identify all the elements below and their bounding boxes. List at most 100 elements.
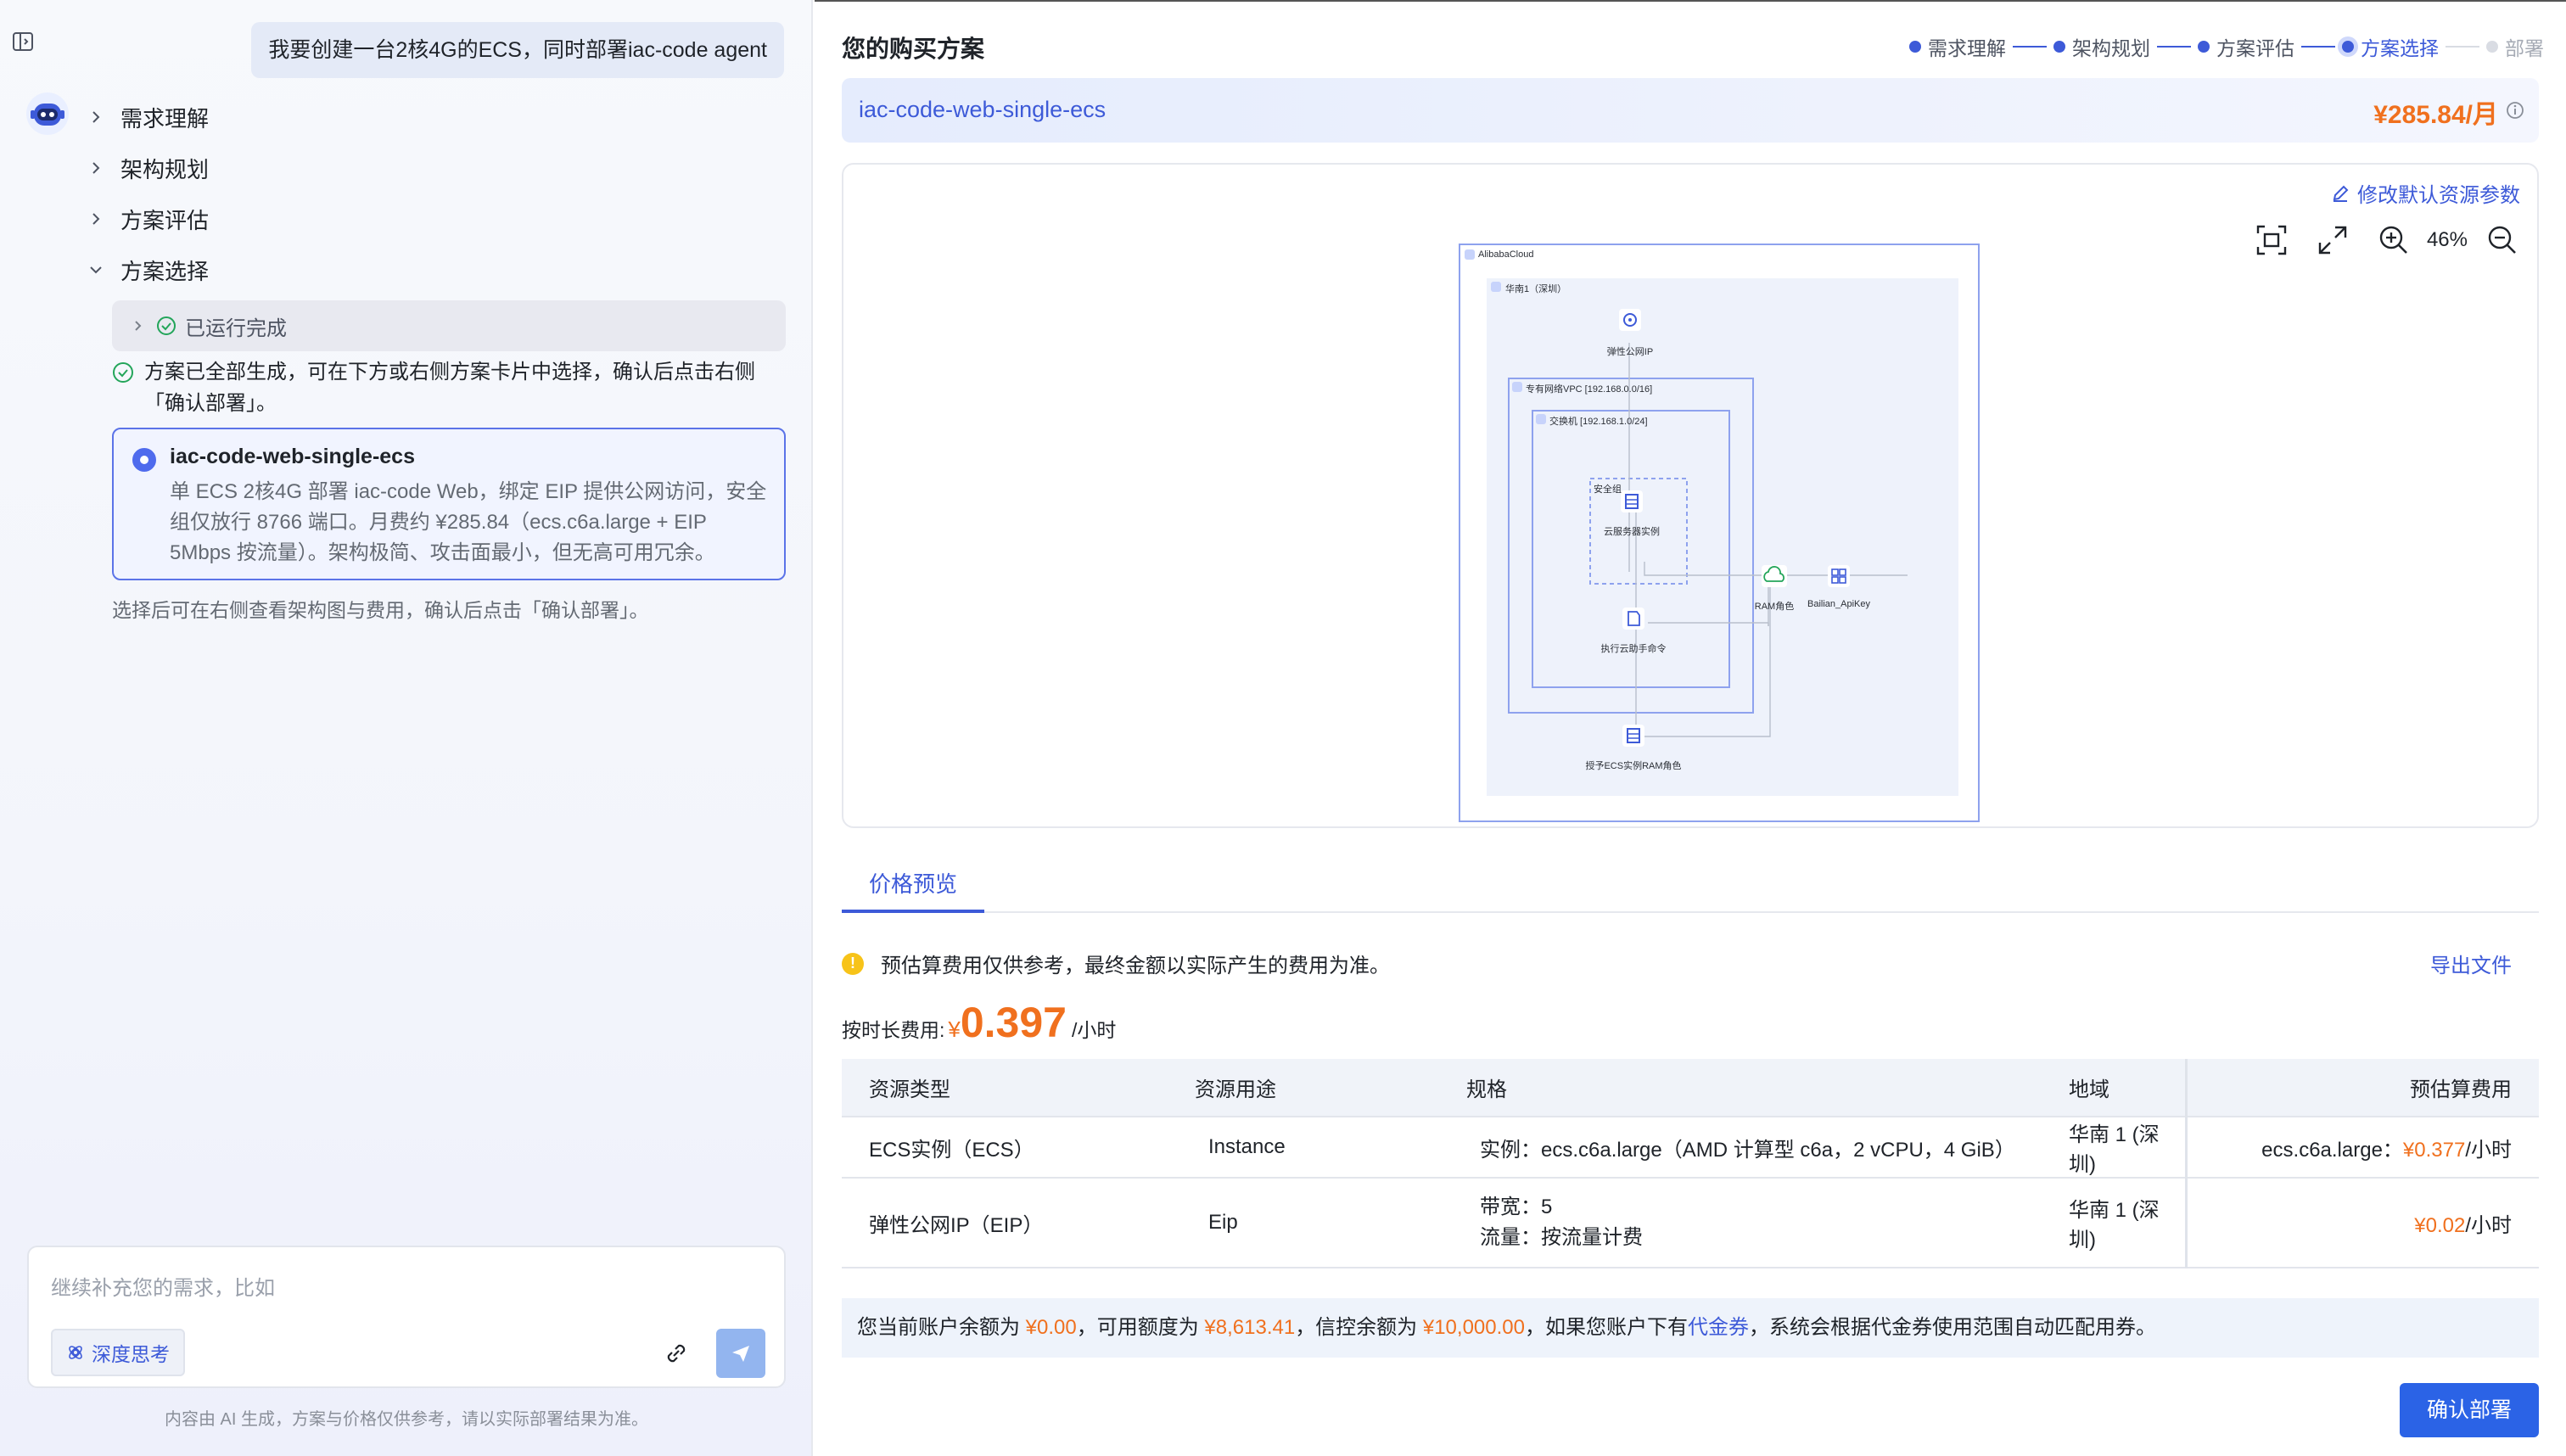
col-spec: 规格 bbox=[1439, 1059, 2042, 1117]
deep-think-label: 深度思考 bbox=[92, 1343, 170, 1365]
col-resource-usage: 资源用途 bbox=[1168, 1059, 1439, 1117]
sidebar-toggle-icon bbox=[13, 32, 33, 51]
cell-region: 华南 1 (深圳) bbox=[2042, 1117, 2186, 1179]
table-row: ECS实例（ECS） Instance 实例：ecs.c6a.large（AMD… bbox=[842, 1117, 2539, 1179]
warning-icon: ! bbox=[842, 952, 864, 975]
architecture-diagram-card: AlibabaCloud 华南1（深圳） 弹性公网IP 专有网络VPC [192… bbox=[842, 163, 2539, 828]
cell-spec: 实例：ecs.c6a.large（AMD 计算型 c6a，2 vCPU，4 Gi… bbox=[1439, 1117, 2042, 1179]
diagram-ecs-label: 云服务器实例 bbox=[1604, 527, 1660, 537]
balance-value: ¥0.00 bbox=[1025, 1316, 1077, 1339]
chevron-right-icon bbox=[92, 213, 100, 225]
diagram-apikey-label: Bailian_ApiKey bbox=[1807, 599, 1870, 609]
fit-view-icon bbox=[2256, 225, 2287, 255]
fullscreen-button[interactable] bbox=[2313, 221, 2352, 260]
hourly-fee-unit: /小时 bbox=[1071, 1019, 1117, 1041]
check-circle-icon bbox=[157, 316, 176, 335]
check-circle-icon bbox=[113, 362, 133, 383]
export-file-link[interactable]: 导出文件 bbox=[2430, 949, 2512, 978]
zoom-out-icon bbox=[2488, 226, 2516, 254]
user-message: 我要创建一台2核4G的ECS，同时部署iac-code agent bbox=[251, 22, 784, 78]
run-status-box[interactable]: 已运行完成 bbox=[112, 300, 786, 351]
progress-stepper: 需求理解 架构规划 方案评估 方案选择 部署 bbox=[1909, 32, 2544, 61]
run-status-label: 已运行完成 bbox=[185, 316, 287, 340]
chevron-right-icon bbox=[135, 321, 142, 331]
attach-button[interactable] bbox=[657, 1334, 696, 1373]
chat-input-box[interactable]: 继续补充您的需求，比如 深度思考 bbox=[27, 1246, 786, 1388]
stepper-step: 需求理解 bbox=[1909, 32, 2006, 61]
step-label: 需求理解 bbox=[120, 105, 210, 132]
step-requirement[interactable]: 需求理解 bbox=[85, 98, 209, 136]
send-button[interactable] bbox=[716, 1329, 765, 1378]
diagram-ram-attach-label: 授予ECS实例RAM角色 bbox=[1585, 761, 1682, 771]
zoom-level: 46% bbox=[2426, 228, 2468, 251]
page-title: 您的购买方案 bbox=[842, 36, 985, 62]
plan-radio[interactable] bbox=[132, 448, 156, 472]
status-text: 方案已全部生成，可在下方或右侧方案卡片中选择，确认后点击右侧「确认部署」。 bbox=[144, 361, 755, 415]
stepper-step: 方案评估 bbox=[2198, 32, 2294, 61]
chat-input-placeholder[interactable]: 继续补充您的需求，比如 bbox=[51, 1271, 275, 1301]
voucher-link[interactable]: 代金券 bbox=[1688, 1316, 1749, 1339]
link-icon bbox=[667, 1344, 686, 1363]
ai-disclaimer: 内容由 AI 生成，方案与价格仅供参考，请以实际部署结果为准。 bbox=[164, 1410, 648, 1429]
step-selection[interactable]: 方案选择 bbox=[85, 251, 209, 288]
chevron-right-icon bbox=[92, 162, 100, 174]
hourly-fee-label: 按时长费用: bbox=[842, 1019, 945, 1041]
diagram-region-label: 华南1（深圳） bbox=[1505, 284, 1567, 294]
stepper-step: 架构规划 bbox=[2053, 32, 2150, 61]
fit-view-button[interactable] bbox=[2252, 221, 2291, 260]
zoom-in-button[interactable] bbox=[2374, 221, 2413, 260]
diagram-eip-label: 弹性公网IP bbox=[1606, 347, 1654, 357]
plan-name: iac-code-web-single-ecs bbox=[859, 97, 1107, 122]
hourly-fee-value: 0.397 bbox=[960, 999, 1067, 1046]
estimate-notice-text: 预估算费用仅供参考，最终金额以实际产生的费用为准。 bbox=[881, 955, 1390, 977]
credit-value: ¥8,613.41 bbox=[1204, 1316, 1296, 1339]
robot-avatar-icon bbox=[26, 92, 69, 135]
diagram-ram-role-label: RAM角色 bbox=[1754, 602, 1795, 612]
step-label: 方案选择 bbox=[120, 258, 210, 284]
trust-value: ¥10,000.00 bbox=[1422, 1316, 1525, 1339]
hourly-fee: 按时长费用: ¥ 0.397 /小时 bbox=[842, 998, 1116, 1047]
table-row: 弹性公网IP（EIP） Eip 带宽：5 流量：按流量计费 华南 1 (深圳) … bbox=[842, 1178, 2539, 1268]
diagram-security-group-label: 安全组 bbox=[1594, 484, 1622, 495]
price-table: 资源类型 资源用途 规格 地域 预估算费用 ECS实例（ECS） Instanc… bbox=[842, 1059, 2539, 1268]
diagram-toolbar: 46% bbox=[2230, 221, 2522, 260]
modify-params-label: 修改默认资源参数 bbox=[2357, 184, 2520, 207]
top-divider bbox=[815, 0, 2566, 2]
plan-option-card[interactable]: iac-code-web-single-ecs 单 ECS 2核4G 部署 ia… bbox=[112, 428, 786, 580]
zoom-out-button[interactable] bbox=[2483, 221, 2522, 260]
step-evaluation[interactable]: 方案评估 bbox=[85, 200, 209, 238]
stepper-step-active: 方案选择 bbox=[2342, 32, 2439, 61]
tab-price-preview[interactable]: 价格预览 bbox=[842, 852, 984, 913]
step-label: 方案评估 bbox=[120, 207, 210, 233]
selection-hint: 选择后可在右侧查看架构图与费用，确认后点击「确认部署」。 bbox=[112, 599, 649, 621]
confirm-deploy-button[interactable]: 确认部署 bbox=[2400, 1383, 2539, 1437]
cell-spec: 带宽：5 流量：按流量计费 bbox=[1439, 1178, 2042, 1268]
step-architecture[interactable]: 架构规划 bbox=[85, 149, 209, 187]
chevron-right-icon bbox=[92, 111, 100, 123]
modify-params-link[interactable]: 修改默认资源参数 bbox=[2330, 178, 2520, 208]
cell-fee: ¥0.02/小时 bbox=[2184, 1178, 2539, 1268]
plan-summary-banner: iac-code-web-single-ecs ¥285.84/月 bbox=[842, 78, 2539, 143]
diagram-vswitch-label: 交换机 [192.168.1.0/24] bbox=[1549, 417, 1648, 427]
cell-usage: Eip bbox=[1168, 1178, 1439, 1268]
stepper-step-pending: 部署 bbox=[2486, 32, 2544, 61]
cell-usage: Instance bbox=[1168, 1117, 1439, 1179]
cell-type: 弹性公网IP（EIP） bbox=[842, 1178, 1168, 1268]
col-resource-type: 资源类型 bbox=[842, 1059, 1168, 1117]
deep-think-button[interactable]: 深度思考 bbox=[51, 1329, 185, 1376]
architecture-diagram[interactable] bbox=[843, 165, 2541, 830]
fullscreen-icon bbox=[2318, 226, 2347, 255]
status-message: 方案已全部生成，可在下方或右侧方案卡片中选择，确认后点击右侧「确认部署」。 bbox=[112, 356, 791, 419]
account-balance-bar: 您当前账户余额为 ¥0.00，可用额度为 ¥8,613.41，信控余额为 ¥10… bbox=[842, 1298, 2539, 1358]
cell-fee: ecs.c6a.large：¥0.377/小时 bbox=[2184, 1117, 2539, 1179]
plan-title: iac-code-web-single-ecs bbox=[170, 445, 415, 468]
diagram-command-label: 执行云助手命令 bbox=[1600, 644, 1667, 654]
hourly-fee-currency: ¥ bbox=[948, 1016, 961, 1042]
send-icon bbox=[732, 1346, 749, 1362]
sidebar-toggle-button[interactable] bbox=[8, 27, 37, 56]
diagram-cloud-label: AlibabaCloud bbox=[1478, 249, 1534, 260]
purchase-panel: 您的购买方案 需求理解 架构规划 方案评估 方案选择 部署 iac-code-w… bbox=[815, 0, 2566, 1456]
pricing-tabs: 价格预览 bbox=[842, 852, 2539, 913]
estimate-notice: ! 预估算费用仅供参考，最终金额以实际产生的费用为准。 bbox=[842, 949, 1390, 978]
info-icon[interactable] bbox=[2505, 100, 2525, 120]
